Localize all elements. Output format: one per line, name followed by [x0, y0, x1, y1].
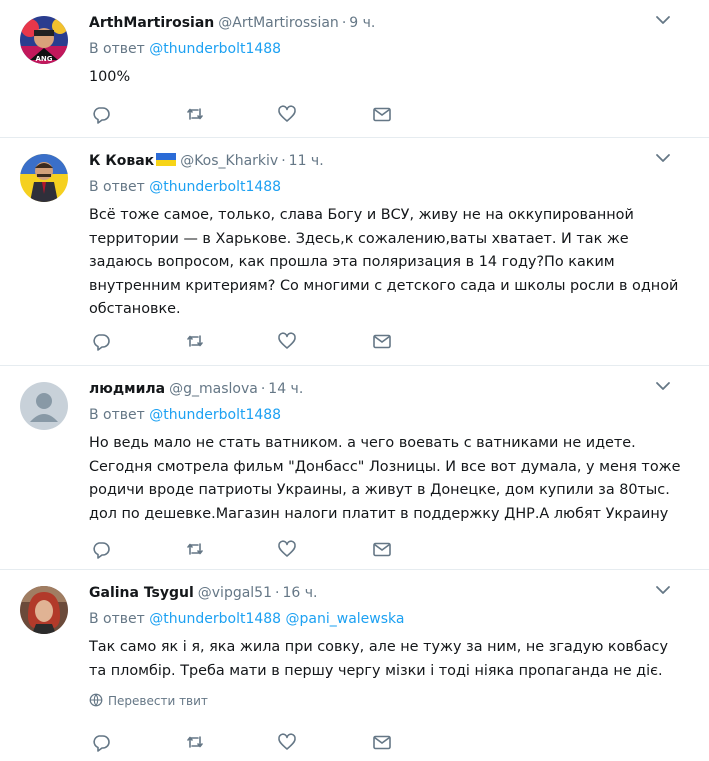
reply-prefix: В ответ — [89, 179, 145, 195]
tweet-text: 100% — [89, 69, 131, 85]
tweet-text: Так само як і я, яка жила при совку, але… — [89, 639, 668, 679]
mention-link[interactable]: @thunderbolt1488 — [149, 611, 281, 627]
handle[interactable]: @vipgal51 — [198, 585, 272, 601]
tweet-text: Но ведь мало не стать ватником. а чего в… — [89, 435, 681, 522]
retweet-icon[interactable] — [185, 732, 207, 752]
timestamp[interactable]: 9 ч. — [349, 15, 375, 31]
chevron-down-icon[interactable] — [655, 152, 671, 164]
fullname[interactable]: Galina Tsygul — [89, 585, 194, 601]
tweet[interactable]: Galina Tsygul @vipgal51 · 16 ч. В ответ @th… — [0, 570, 709, 761]
fullname[interactable]: К Ковак — [89, 153, 154, 169]
reply-prefix: В ответ — [89, 407, 145, 423]
tweet-header: ArthMartirosian @ArtMartirossian · 9 ч. — [89, 14, 375, 32]
svg-text:ANG: ANG — [35, 55, 52, 63]
reply-context: В ответ @thunderbolt1488 — [89, 406, 281, 424]
tweet[interactable]: ANG ArthMartirosian @ArtMartirossian · 9 ч.… — [0, 0, 709, 138]
envelope-icon[interactable] — [372, 732, 394, 752]
heart-icon[interactable] — [277, 539, 299, 559]
separator: · — [275, 585, 280, 601]
tweet-header: К Ковак @Kos_Kharkiv · 11 ч. — [89, 152, 324, 170]
reply-icon[interactable] — [91, 104, 113, 124]
reply-context: В ответ @thunderbolt1488 @pani_walewska — [89, 610, 404, 628]
retweet-icon[interactable] — [185, 104, 207, 124]
heart-icon[interactable] — [277, 331, 299, 351]
fullname[interactable]: людмила — [89, 381, 165, 397]
tweet-header: людмила @g_maslova · 14 ч. — [89, 380, 303, 398]
reply-context: В ответ @thunderbolt1488 — [89, 40, 281, 58]
globe-icon — [89, 693, 103, 707]
reply-icon[interactable] — [91, 539, 113, 559]
timestamp[interactable]: 14 ч. — [268, 381, 303, 397]
reply-icon[interactable] — [91, 331, 113, 351]
separator: · — [341, 15, 347, 31]
avatar[interactable] — [20, 154, 68, 202]
avatar[interactable] — [20, 586, 68, 634]
translate-link[interactable]: Перевести твит — [89, 693, 208, 708]
fullname[interactable]: ArthMartirosian — [89, 15, 214, 31]
handle[interactable]: @Kos_Kharkiv — [180, 153, 278, 169]
separator: · — [260, 381, 266, 397]
reply-icon[interactable] — [91, 732, 113, 752]
tweet-text: Всё тоже самое, только, слава Богу и ВСУ… — [89, 207, 679, 317]
heart-icon[interactable] — [277, 104, 299, 124]
timestamp[interactable]: 11 ч. — [289, 153, 324, 169]
tweet[interactable]: людмила @g_maslova · 14 ч. В ответ @thunder… — [0, 366, 709, 570]
envelope-icon[interactable] — [372, 104, 394, 124]
chevron-down-icon[interactable] — [655, 14, 671, 26]
mention-link[interactable]: @pani_walewska — [286, 611, 405, 627]
chevron-down-icon[interactable] — [655, 584, 671, 596]
separator: · — [281, 153, 286, 169]
heart-icon[interactable] — [277, 732, 299, 752]
ukraine-flag-icon — [156, 153, 177, 166]
retweet-icon[interactable] — [185, 331, 207, 351]
mention-link[interactable]: @thunderbolt1488 — [149, 41, 281, 57]
envelope-icon[interactable] — [372, 539, 394, 559]
avatar[interactable] — [20, 382, 68, 430]
chevron-down-icon[interactable] — [655, 380, 671, 392]
avatar[interactable]: ANG — [20, 16, 68, 64]
tweet-header: Galina Tsygul @vipgal51 · 16 ч. — [89, 584, 317, 602]
handle[interactable]: @g_maslova — [169, 381, 258, 397]
envelope-icon[interactable] — [372, 331, 394, 351]
reply-prefix: В ответ — [89, 611, 145, 627]
retweet-icon[interactable] — [185, 539, 207, 559]
mention-link[interactable]: @thunderbolt1488 — [149, 179, 281, 195]
timestamp[interactable]: 16 ч. — [282, 585, 317, 601]
reply-context: В ответ @thunderbolt1488 — [89, 178, 281, 196]
tweet[interactable]: К Ковак @Kos_Kharkiv · 11 ч. В ответ @thund… — [0, 138, 709, 366]
translate-label: Перевести твит — [108, 694, 208, 708]
reply-prefix: В ответ — [89, 41, 145, 57]
mention-link[interactable]: @thunderbolt1488 — [149, 407, 281, 423]
handle[interactable]: @ArtMartirossian — [218, 15, 339, 31]
